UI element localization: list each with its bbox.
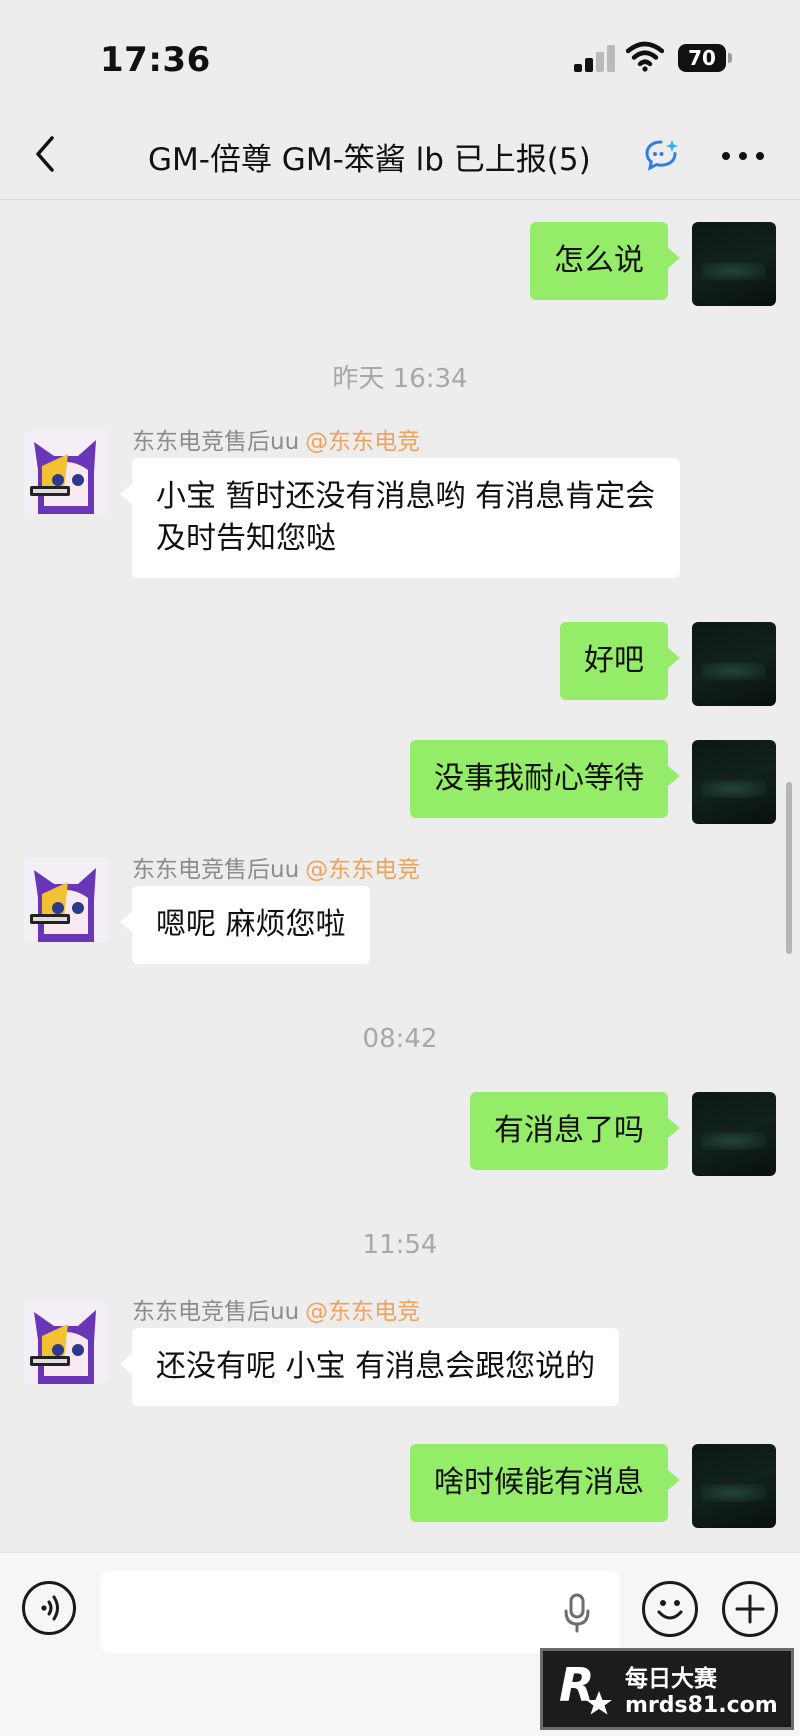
watermark: R 每日大赛 mrds81.com: [540, 1648, 794, 1730]
watermark-logo: R: [559, 1658, 612, 1715]
more-icon[interactable]: [718, 130, 768, 180]
message-bubble-out[interactable]: 好吧: [560, 622, 680, 700]
watermark-name: 每日大赛: [625, 1666, 717, 1692]
sender-tag[interactable]: @东东电竞: [305, 857, 420, 883]
add-button[interactable]: [722, 1581, 778, 1637]
scroll-indicator[interactable]: [786, 782, 792, 954]
signal-icon: [574, 44, 615, 72]
sender-name: 东东电竞售后uu: [132, 857, 300, 883]
wifi-icon: [626, 41, 664, 72]
battery-icon: 70: [678, 44, 732, 72]
timestamp: 昨天 16:34: [332, 364, 468, 394]
avatar[interactable]: [692, 1092, 776, 1176]
avatar[interactable]: [692, 622, 776, 706]
message-input[interactable]: [100, 1571, 620, 1653]
battery-level: 70: [688, 46, 716, 70]
sender-line: 东东电竞售后uu @东东电竞: [132, 422, 420, 456]
avatar[interactable]: [24, 430, 108, 514]
nav-bar: GM-倍尊 GM-笨酱 lb 已上报(5): [0, 110, 800, 200]
agent-avatar-image: [24, 1300, 108, 1384]
sender-line: 东东电竞售后uu @东东电竞: [132, 850, 420, 884]
voice-button[interactable]: [22, 1581, 76, 1635]
avatar[interactable]: [24, 1300, 108, 1384]
sender-line: 东东电竞售后uu @东东电竞: [132, 1292, 420, 1326]
battery-cap: [728, 53, 732, 63]
back-icon[interactable]: [30, 132, 60, 176]
message-bubble-out[interactable]: 啥时候能有消息: [410, 1444, 680, 1522]
sender-tag[interactable]: @东东电竞: [305, 1299, 420, 1325]
message-bubble-in[interactable]: 小宝 暂时还没有消息哟 有消息肯定会及时告知您哒: [120, 458, 680, 578]
message-bubble-out[interactable]: 有消息了吗: [470, 1092, 680, 1170]
mic-icon[interactable]: [562, 1593, 592, 1633]
timestamp: 08:42: [362, 1024, 438, 1054]
avatar[interactable]: [24, 858, 108, 942]
watermark-url: mrds81.com: [625, 1693, 778, 1718]
sender-name: 东东电竞售后uu: [132, 429, 300, 455]
agent-avatar-image: [24, 430, 108, 514]
sender-tag[interactable]: @东东电竞: [305, 429, 420, 455]
message-bubble-out[interactable]: 没事我耐心等待: [410, 740, 680, 818]
emoji-icon: [657, 1600, 683, 1620]
message-bubble-in[interactable]: 嗯呢 麻烦您啦: [120, 886, 370, 964]
timestamp: 11:54: [362, 1230, 438, 1260]
agent-avatar-image: [24, 858, 108, 942]
watermark-logo-letter: R: [559, 1658, 594, 1712]
avatar[interactable]: [692, 222, 776, 306]
status-time: 17:36: [100, 40, 211, 80]
emoji-button[interactable]: [642, 1581, 698, 1637]
add-icon: [735, 1594, 765, 1624]
voice-icon: [41, 1595, 59, 1621]
message-bubble-out[interactable]: 怎么说: [530, 222, 680, 300]
message-bubble-in[interactable]: 还没有呢 小宝 有消息会跟您说的: [119, 1328, 620, 1406]
chat-title: GM-倍尊 GM-笨酱 lb 已上报(5): [148, 142, 591, 178]
status-bar: 17:36 70: [0, 0, 800, 110]
chat-assist-icon[interactable]: [644, 138, 680, 172]
avatar[interactable]: [692, 740, 776, 824]
sender-name: 东东电竞售后uu: [132, 1299, 300, 1325]
avatar[interactable]: [692, 1444, 776, 1528]
